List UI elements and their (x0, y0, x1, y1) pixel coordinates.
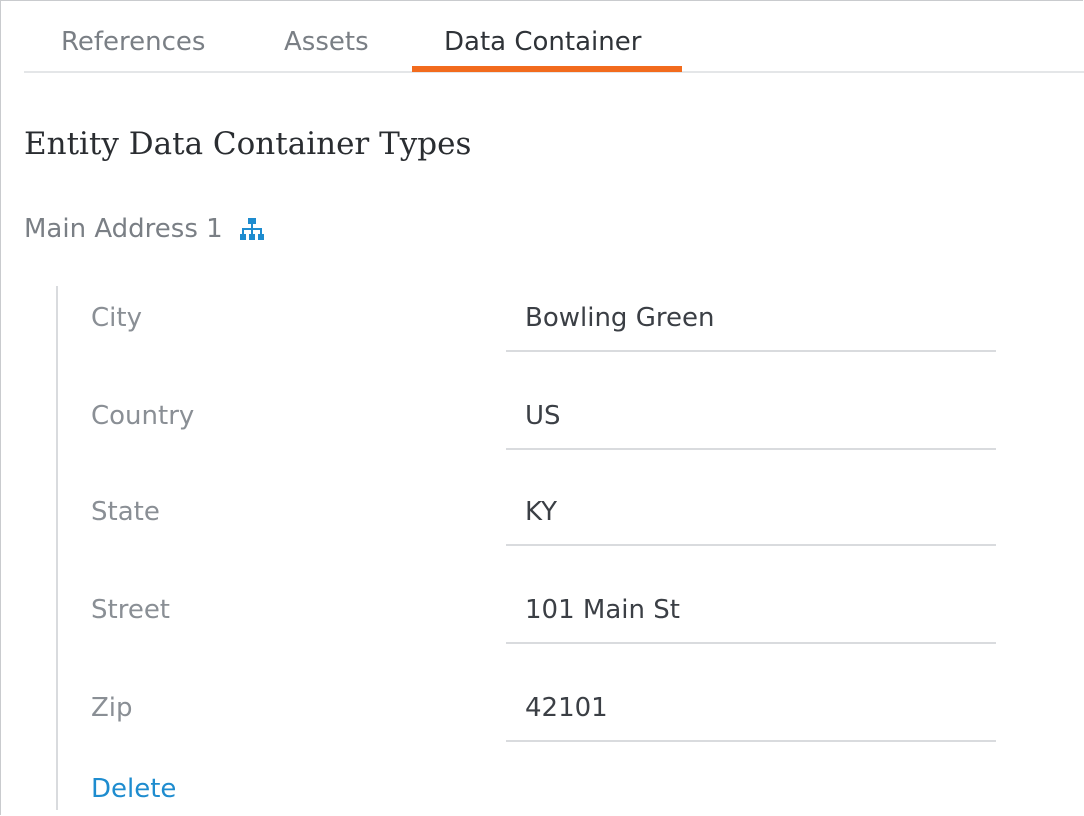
field-value-city: Bowling Green (525, 303, 715, 333)
field-city[interactable]: Bowling Green (506, 286, 996, 352)
field-label-country: Country (91, 401, 195, 431)
group-divider (56, 286, 58, 810)
group-label: Main Address 1 (24, 214, 223, 244)
field-value-state: KY (525, 497, 558, 527)
field-label-street: Street (91, 595, 171, 625)
field-value-country: US (525, 401, 561, 431)
tab-assets[interactable]: Assets (284, 26, 369, 58)
section-title: Entity Data Container Types (24, 126, 472, 162)
field-street[interactable]: 101 Main St (506, 578, 996, 644)
active-tab-indicator (412, 66, 682, 72)
field-state[interactable]: KY (506, 480, 996, 546)
field-label-state: State (91, 497, 160, 527)
field-value-zip: 42101 (525, 693, 608, 723)
tab-data-container[interactable]: Data Container (444, 26, 641, 58)
delete-link[interactable]: Delete (91, 772, 176, 806)
field-label-city: City (91, 303, 142, 333)
field-zip[interactable]: 42101 (506, 676, 996, 742)
field-country[interactable]: US (506, 384, 996, 450)
field-value-street: 101 Main St (525, 595, 680, 625)
group-header: Main Address 1 (24, 212, 265, 246)
hierarchy-icon[interactable] (239, 216, 265, 242)
tab-references[interactable]: References (61, 26, 205, 58)
field-label-zip: Zip (91, 693, 133, 723)
tab-bar: References Assets Data Container (24, 0, 1084, 73)
